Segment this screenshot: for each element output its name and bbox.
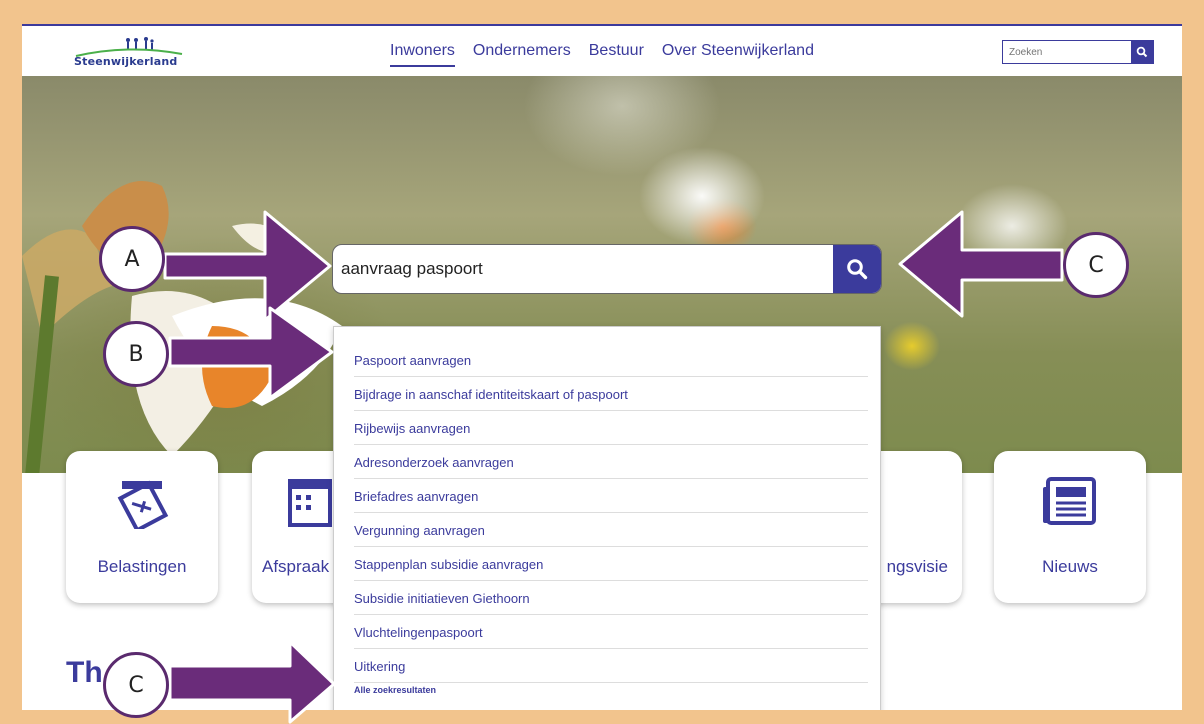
site-logo[interactable]: Steenwijkerland: [74, 36, 184, 70]
tile-label: Nieuws: [1042, 557, 1098, 576]
site-header: Steenwijkerland Inwoners Ondernemers Bes…: [22, 26, 1182, 76]
search-icon: [847, 259, 868, 280]
header-search: [1002, 40, 1154, 64]
suggestion-item[interactable]: Adresonderzoek aanvragen: [354, 445, 868, 479]
search-suggestions-dropdown: Paspoort aanvragen Bijdrage in aanschaf …: [333, 326, 881, 710]
main-search-input[interactable]: [333, 245, 833, 293]
suggestion-item[interactable]: Rijbewijs aanvragen: [354, 411, 868, 445]
suggestion-item[interactable]: Bijdrage in aanschaf identiteitskaart of…: [354, 377, 868, 411]
suggestion-item[interactable]: Vluchtelingenpaspoort: [354, 615, 868, 649]
tile-label: Belastingen: [97, 557, 187, 576]
suggestion-item[interactable]: Subsidie initiatieven Giethoorn: [354, 581, 868, 615]
suggestion-item[interactable]: Paspoort aanvragen: [354, 343, 868, 377]
newspaper-icon: [1043, 477, 1096, 525]
all-results-link[interactable]: Alle zoekresultaten: [354, 685, 436, 695]
annotation-label-c-top: C: [1063, 232, 1129, 298]
tile-nieuws[interactable]: Nieuws: [994, 451, 1146, 603]
nav-ondernemers[interactable]: Ondernemers: [473, 42, 571, 67]
tax-icon: [117, 480, 169, 529]
suggestion-item[interactable]: Briefadres aanvragen: [354, 479, 868, 513]
suggestion-item[interactable]: Uitkering: [354, 649, 868, 683]
tile-label: ngsvisie: [886, 557, 948, 576]
header-search-input[interactable]: [1003, 41, 1131, 63]
logo-text: Steenwijkerland: [74, 55, 178, 68]
tile-belastingen[interactable]: Belastingen: [66, 451, 218, 603]
nav-bestuur[interactable]: Bestuur: [589, 42, 644, 67]
main-search: [332, 244, 882, 294]
suggestion-item[interactable]: Vergunning aanvragen: [354, 513, 868, 547]
nav-over-steenwijkerland[interactable]: Over Steenwijkerland: [662, 42, 814, 67]
suggestion-item[interactable]: Stappenplan subsidie aanvragen: [354, 547, 868, 581]
themes-heading: Th: [66, 656, 103, 689]
nav-inwoners[interactable]: Inwoners: [390, 42, 455, 67]
main-search-button[interactable]: [833, 245, 881, 293]
annotation-label-c-bottom: C: [103, 652, 169, 718]
annotation-label-a: A: [99, 226, 165, 292]
annotation-label-b: B: [103, 321, 169, 387]
browser-page: Steenwijkerland Inwoners Ondernemers Bes…: [22, 24, 1182, 710]
header-search-button[interactable]: [1131, 41, 1153, 63]
search-icon: [1136, 46, 1148, 58]
main-nav: Inwoners Ondernemers Bestuur Over Steenw…: [390, 42, 814, 67]
